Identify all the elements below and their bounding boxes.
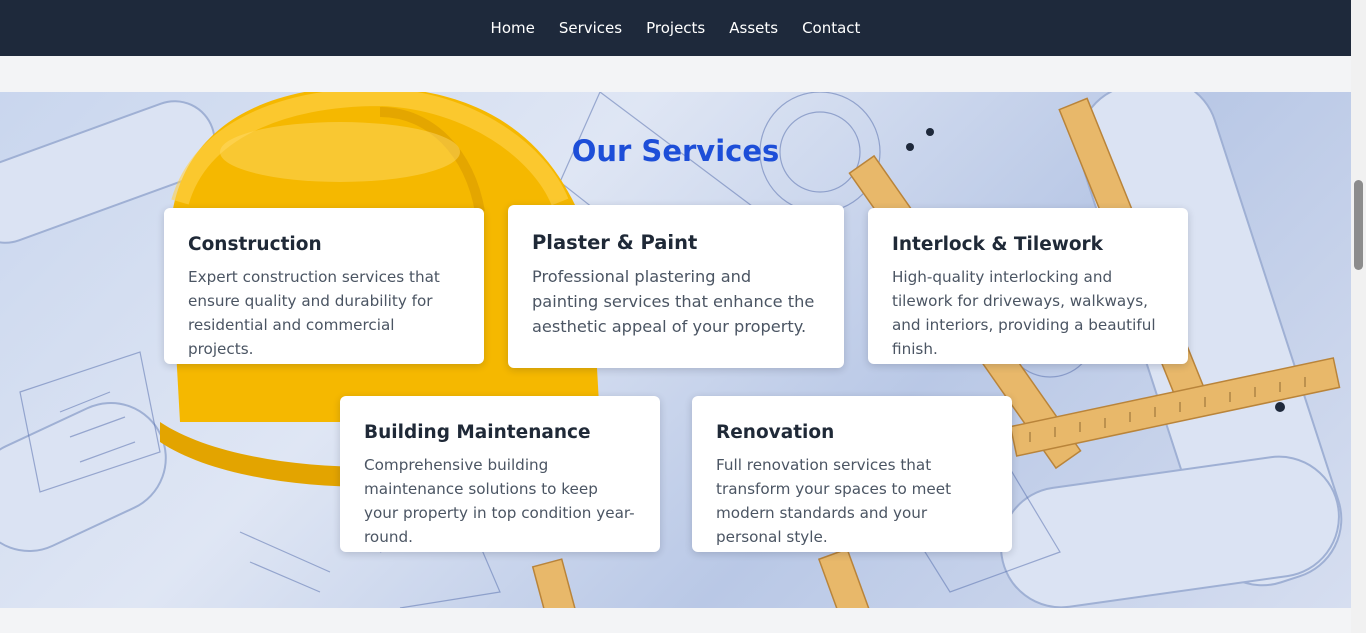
service-card-renovation[interactable]: Renovation Full renovation services that… bbox=[692, 396, 1012, 552]
service-card-description: Expert construction services that ensure… bbox=[188, 268, 440, 358]
service-card-title: Construction bbox=[188, 234, 322, 255]
nav-link-home[interactable]: Home bbox=[491, 19, 535, 37]
service-card-construction[interactable]: Construction Expert construction service… bbox=[164, 208, 484, 364]
service-card-interlock-tilework[interactable]: Interlock & Tilework High-quality interl… bbox=[868, 208, 1188, 364]
nav-link-services[interactable]: Services bbox=[559, 19, 622, 37]
service-card-title: Renovation bbox=[716, 422, 835, 443]
service-card-plaster-paint[interactable]: Plaster & Paint Professional plastering … bbox=[508, 205, 844, 368]
page-scrollbar[interactable] bbox=[1351, 0, 1366, 633]
nav-link-projects[interactable]: Projects bbox=[646, 19, 705, 37]
service-card-building-maintenance[interactable]: Building Maintenance Comprehensive build… bbox=[340, 396, 660, 552]
scrollbar-thumb[interactable] bbox=[1354, 180, 1363, 270]
service-card-description: Comprehensive building maintenance solut… bbox=[364, 456, 635, 546]
service-card-title: Building Maintenance bbox=[364, 422, 591, 443]
service-card-title: Plaster & Paint bbox=[532, 231, 698, 254]
services-section: Our Services Construction Expert constru… bbox=[0, 92, 1351, 608]
service-card-description: High-quality interlocking and tilework f… bbox=[892, 268, 1156, 358]
nav-link-contact[interactable]: Contact bbox=[802, 19, 860, 37]
service-card-description: Full renovation services that transform … bbox=[716, 456, 952, 546]
service-card-title: Interlock & Tilework bbox=[892, 234, 1103, 255]
service-card-description: Professional plastering and painting ser… bbox=[532, 267, 815, 336]
top-navbar: Home Services Projects Assets Contact bbox=[0, 0, 1351, 56]
services-title: Our Services bbox=[571, 134, 780, 168]
nav-link-assets[interactable]: Assets bbox=[729, 19, 778, 37]
